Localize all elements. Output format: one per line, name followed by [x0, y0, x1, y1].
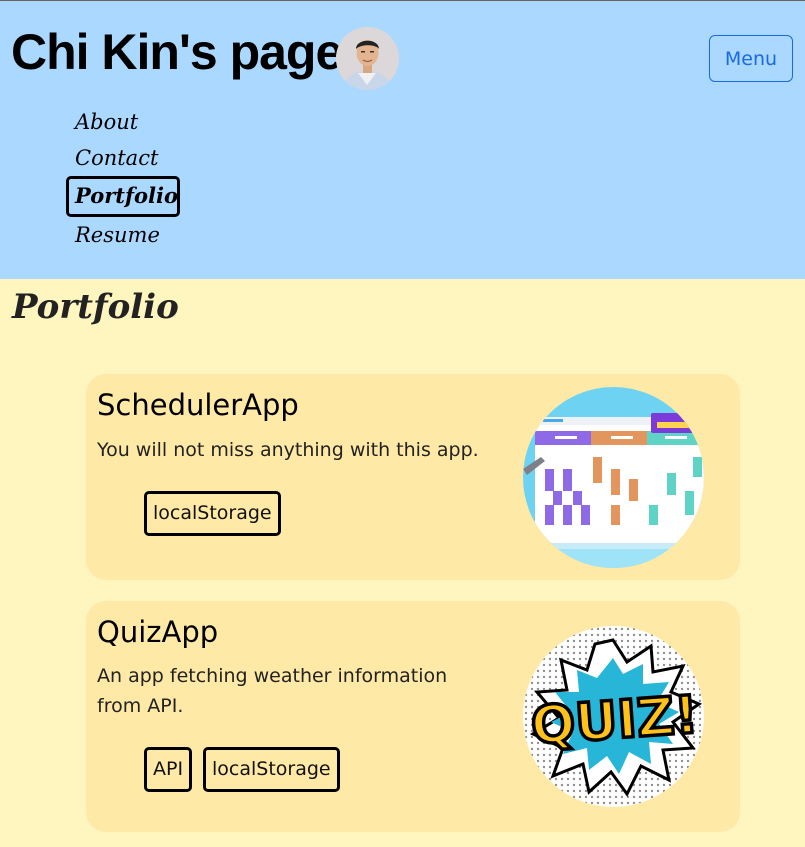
project-description: An app fetching weather information from…	[97, 665, 448, 717]
avatar	[336, 27, 399, 90]
project-card-quiz[interactable]: QuizApp An app fetching weather informat…	[86, 601, 740, 832]
project-description: You will not miss anything with this app…	[97, 439, 479, 461]
nav-item-resume[interactable]: Resume	[66, 217, 180, 253]
main-nav: About Contact Portfolio Resume	[66, 104, 180, 253]
nav-item-contact[interactable]: Contact	[66, 140, 180, 176]
site-header: Chi Kin's page Menu About Contact Portfo…	[0, 0, 805, 279]
project-title: QuizApp	[97, 615, 219, 649]
project-card-scheduler[interactable]: SchedulerApp You will not miss anything …	[86, 374, 740, 580]
project-title: SchedulerApp	[97, 388, 299, 422]
nav-item-portfolio[interactable]: Portfolio	[66, 176, 180, 217]
section-title: Portfolio	[12, 287, 179, 327]
quiz-comic-image[interactable]: QUIZ!	[523, 626, 704, 807]
tech-tag: API	[144, 747, 193, 792]
tech-tag: localStorage	[144, 491, 281, 536]
menu-button[interactable]: Menu	[709, 35, 793, 82]
site-title: Chi Kin's page	[11, 24, 343, 80]
nav-item-about[interactable]: About	[66, 104, 180, 140]
quiz-image-text: QUIZ!	[529, 685, 700, 757]
scheduler-calendar-image[interactable]	[523, 387, 704, 568]
tech-tag: localStorage	[203, 747, 340, 792]
